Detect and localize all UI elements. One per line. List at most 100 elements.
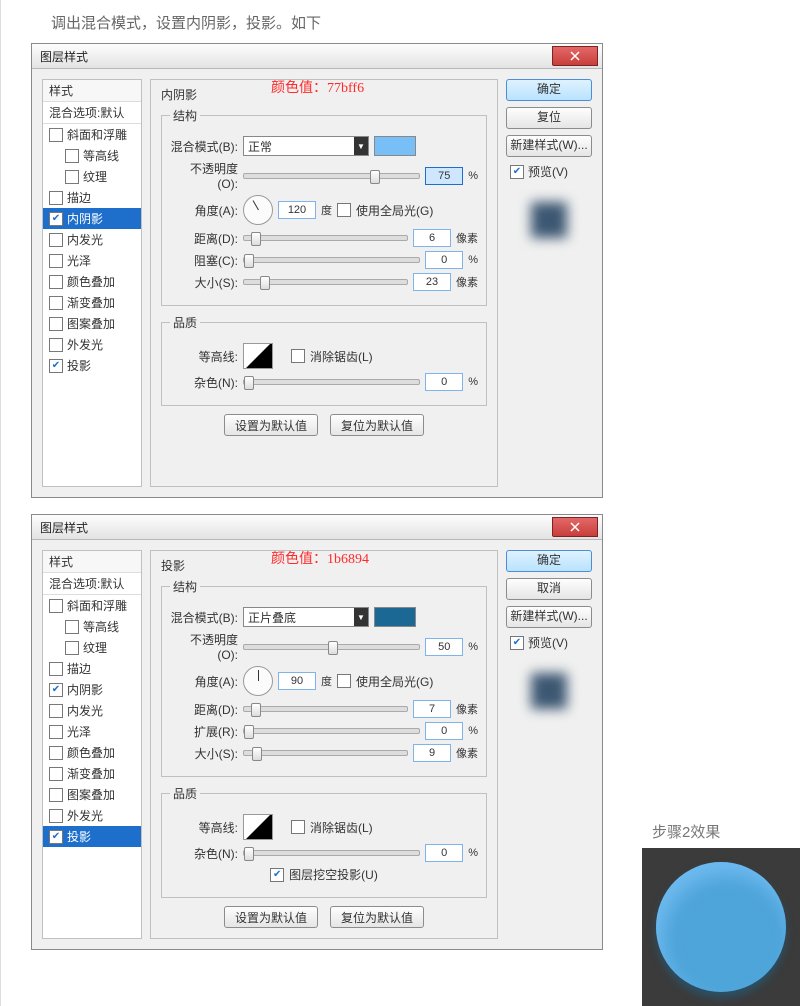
style-checkbox[interactable] [49, 128, 63, 142]
styles-header[interactable]: 样式 [43, 80, 141, 102]
style-checkbox[interactable] [49, 212, 63, 226]
noise-input[interactable]: 0 [425, 373, 463, 391]
close-button[interactable] [552, 46, 598, 66]
preview-checkbox[interactable] [510, 165, 524, 179]
angle-dial[interactable] [243, 666, 273, 696]
style-item-等高线[interactable]: 等高线 [43, 616, 141, 637]
style-item-光泽[interactable]: 光泽 [43, 250, 141, 271]
style-checkbox[interactable] [49, 317, 63, 331]
style-item-斜面和浮雕[interactable]: 斜面和浮雕 [43, 595, 141, 616]
style-item-颜色叠加[interactable]: 颜色叠加 [43, 271, 141, 292]
opacity-slider[interactable] [243, 644, 420, 650]
size-slider[interactable] [243, 750, 408, 756]
style-item-外发光[interactable]: 外发光 [43, 805, 141, 826]
make-default-button[interactable]: 设置为默认值 [224, 906, 318, 928]
reset-default-button[interactable]: 复位为默认值 [330, 414, 424, 436]
style-checkbox[interactable] [49, 683, 63, 697]
noise-slider[interactable] [243, 850, 420, 856]
distance-input[interactable]: 6 [413, 229, 451, 247]
style-item-图案叠加[interactable]: 图案叠加 [43, 313, 141, 334]
style-item-光泽[interactable]: 光泽 [43, 721, 141, 742]
preview-checkbox[interactable] [510, 636, 524, 650]
new-style-button[interactable]: 新建样式(W)... [506, 606, 592, 628]
style-checkbox[interactable] [49, 191, 63, 205]
style-item-描边[interactable]: 描边 [43, 658, 141, 679]
size-input[interactable]: 23 [413, 273, 451, 291]
style-checkbox[interactable] [49, 296, 63, 310]
style-item-内发光[interactable]: 内发光 [43, 700, 141, 721]
distance-input[interactable]: 7 [413, 700, 451, 718]
style-item-外发光[interactable]: 外发光 [43, 334, 141, 355]
style-checkbox[interactable] [49, 275, 63, 289]
noise-input[interactable]: 0 [425, 844, 463, 862]
noise-slider[interactable] [243, 379, 420, 385]
style-checkbox[interactable] [49, 788, 63, 802]
style-checkbox[interactable] [65, 620, 79, 634]
spread-input[interactable]: 0 [425, 722, 463, 740]
style-item-等高线[interactable]: 等高线 [43, 145, 141, 166]
spread-slider[interactable] [243, 728, 420, 734]
cancel-button[interactable]: 取消 [506, 578, 592, 600]
ok-button[interactable]: 确定 [506, 79, 592, 101]
style-item-渐变叠加[interactable]: 渐变叠加 [43, 763, 141, 784]
angle-input[interactable]: 90 [278, 672, 316, 690]
style-item-内发光[interactable]: 内发光 [43, 229, 141, 250]
blend-mode-select[interactable]: 正片叠底 ▼ [243, 607, 369, 627]
opacity-slider[interactable] [243, 173, 420, 179]
knockout-checkbox[interactable] [270, 868, 284, 882]
style-checkbox[interactable] [49, 830, 63, 844]
blend-options-default[interactable]: 混合选项:默认 [43, 573, 141, 595]
reset-button[interactable]: 复位 [506, 107, 592, 129]
style-checkbox[interactable] [49, 704, 63, 718]
style-item-图案叠加[interactable]: 图案叠加 [43, 784, 141, 805]
contour-picker[interactable] [243, 814, 273, 840]
reset-default-button[interactable]: 复位为默认值 [330, 906, 424, 928]
style-checkbox[interactable] [49, 662, 63, 676]
style-checkbox[interactable] [65, 641, 79, 655]
titlebar[interactable]: 图层样式 [32, 44, 602, 69]
style-item-投影[interactable]: 投影 [43, 826, 141, 847]
anti-alias-checkbox[interactable] [291, 820, 305, 834]
opacity-input[interactable]: 75 [425, 167, 463, 185]
anti-alias-checkbox[interactable] [291, 349, 305, 363]
style-checkbox[interactable] [49, 767, 63, 781]
style-item-内阴影[interactable]: 内阴影 [43, 208, 141, 229]
style-item-纹理[interactable]: 纹理 [43, 637, 141, 658]
color-swatch[interactable] [374, 136, 416, 156]
style-item-渐变叠加[interactable]: 渐变叠加 [43, 292, 141, 313]
style-checkbox[interactable] [49, 254, 63, 268]
style-checkbox[interactable] [49, 746, 63, 760]
color-swatch[interactable] [374, 607, 416, 627]
distance-slider[interactable] [243, 235, 408, 241]
choke-input[interactable]: 0 [425, 251, 463, 269]
global-light-checkbox[interactable] [337, 203, 351, 217]
contour-picker[interactable] [243, 343, 273, 369]
titlebar[interactable]: 图层样式 [32, 515, 602, 540]
style-checkbox[interactable] [49, 338, 63, 352]
global-light-checkbox[interactable] [337, 674, 351, 688]
style-item-内阴影[interactable]: 内阴影 [43, 679, 141, 700]
new-style-button[interactable]: 新建样式(W)... [506, 135, 592, 157]
size-slider[interactable] [243, 279, 408, 285]
style-item-纹理[interactable]: 纹理 [43, 166, 141, 187]
choke-slider[interactable] [243, 257, 420, 263]
styles-header[interactable]: 样式 [43, 551, 141, 573]
style-item-描边[interactable]: 描边 [43, 187, 141, 208]
size-input[interactable]: 9 [413, 744, 451, 762]
opacity-input[interactable]: 50 [425, 638, 463, 656]
make-default-button[interactable]: 设置为默认值 [224, 414, 318, 436]
style-item-投影[interactable]: 投影 [43, 355, 141, 376]
angle-dial[interactable] [243, 195, 273, 225]
style-checkbox[interactable] [49, 359, 63, 373]
style-checkbox[interactable] [49, 725, 63, 739]
close-button[interactable] [552, 517, 598, 537]
angle-input[interactable]: 120 [278, 201, 316, 219]
style-checkbox[interactable] [49, 233, 63, 247]
style-checkbox[interactable] [65, 170, 79, 184]
style-checkbox[interactable] [65, 149, 79, 163]
blend-options-default[interactable]: 混合选项:默认 [43, 102, 141, 124]
style-item-斜面和浮雕[interactable]: 斜面和浮雕 [43, 124, 141, 145]
ok-button[interactable]: 确定 [506, 550, 592, 572]
style-checkbox[interactable] [49, 599, 63, 613]
distance-slider[interactable] [243, 706, 408, 712]
